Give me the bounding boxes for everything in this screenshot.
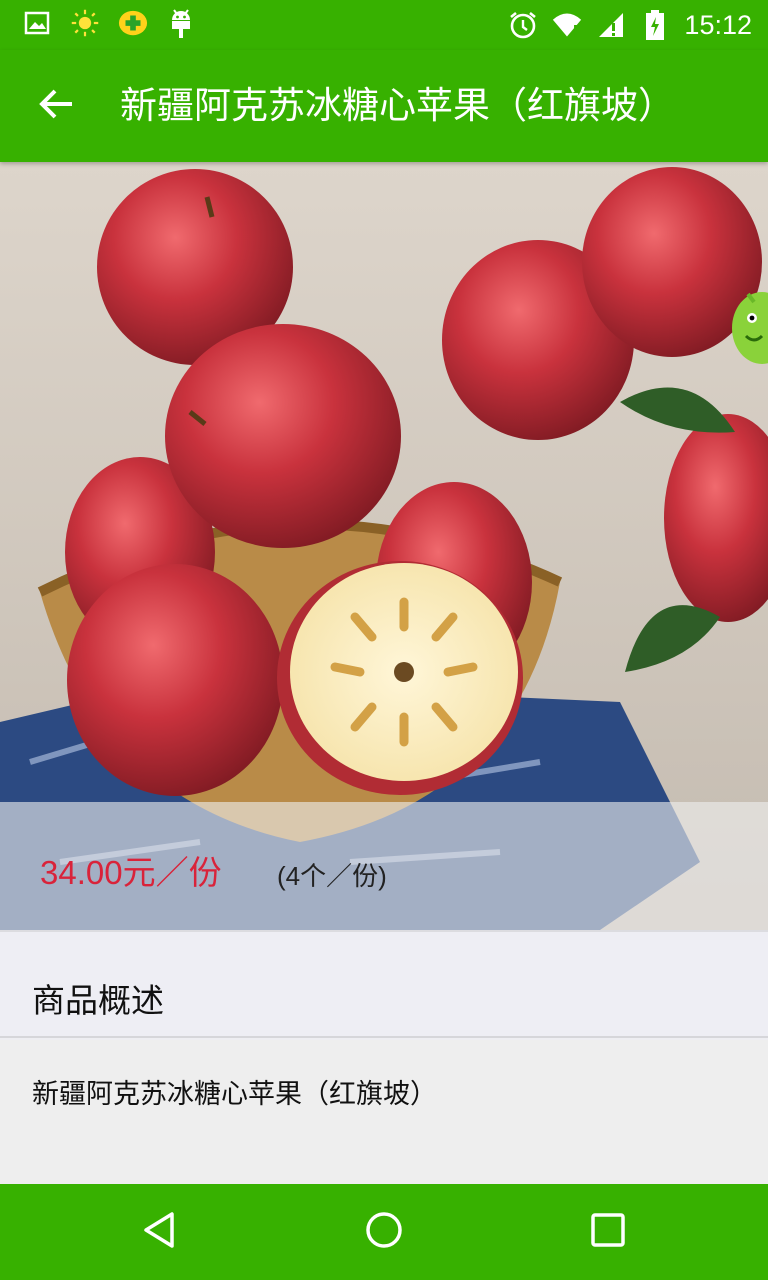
plus-badge-icon [118,8,148,38]
android-icon [166,8,196,38]
product-image: 34.00元／份 (4个／份) [0,162,768,930]
alarm-icon [508,10,538,40]
price-label: 34.00元／份 [40,854,222,891]
signal-icon [596,10,626,40]
app-bar: 新疆阿克苏冰糖心苹果（红旗坡） [0,50,768,162]
recents-square-icon [588,1210,628,1254]
overview-description: 新疆阿克苏冰糖心苹果（红旗坡） [0,1040,768,1184]
floating-assistant-icon[interactable] [728,286,768,370]
sun-icon [70,8,100,38]
status-bar: 15:12 [0,0,768,50]
back-triangle-icon [140,1210,180,1254]
arrow-left-icon [38,88,74,124]
battery-icon [640,10,670,40]
overview-text: 新疆阿克苏冰糖心苹果（红旗坡） [32,1079,437,1110]
overview-section-header: 商品概述 [0,930,768,1038]
back-button[interactable] [24,78,88,134]
nav-recents-button[interactable] [576,1202,640,1262]
unit-label: (4个／份) [277,861,387,891]
nav-home-button[interactable] [352,1202,416,1262]
nav-back-button[interactable] [128,1202,192,1262]
navigation-bar [0,1184,768,1280]
image-icon [22,8,52,38]
home-circle-icon [364,1210,404,1254]
price-strip: 34.00元／份 (4个／份) [0,802,768,930]
wifi-icon [552,10,582,40]
overview-heading: 商品概述 [32,981,164,1020]
status-clock: 15:12 [684,10,752,40]
page-title: 新疆阿克苏冰糖心苹果（红旗坡） [120,84,675,127]
